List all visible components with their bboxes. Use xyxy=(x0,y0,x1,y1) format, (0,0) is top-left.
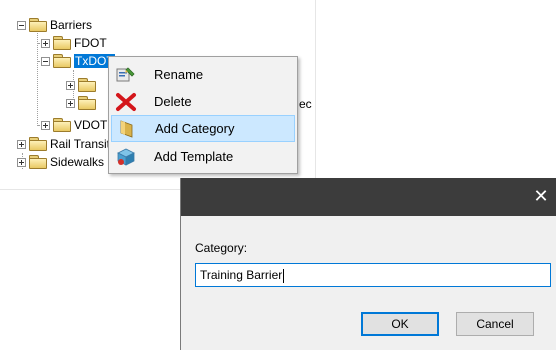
category-field-label: Category: xyxy=(195,241,248,255)
tree-node-rail-transit[interactable]: Rail Transit xyxy=(17,135,110,153)
tree-node-fdot[interactable]: FDOT xyxy=(41,34,107,52)
category-input[interactable]: Training Barrier xyxy=(195,263,551,287)
folder-icon xyxy=(29,137,47,151)
folder-icon xyxy=(53,54,71,68)
menu-item-add-template[interactable]: Add Template xyxy=(111,143,295,170)
tree-node-label: Sidewalks xyxy=(50,155,105,169)
ok-button[interactable]: OK xyxy=(361,312,439,336)
collapse-icon[interactable] xyxy=(41,56,50,66)
tree-node-label: FDOT xyxy=(74,36,107,50)
tree-node-label: Barriers xyxy=(50,18,93,32)
expand-icon[interactable] xyxy=(66,98,75,108)
tree-connector xyxy=(37,26,38,126)
rename-icon xyxy=(115,65,137,85)
folder-icon xyxy=(78,96,96,110)
category-dialog: ✕ Category: Training Barrier OK Cancel xyxy=(180,178,556,350)
menu-item-delete[interactable]: Delete xyxy=(111,88,295,115)
cancel-button[interactable]: Cancel xyxy=(456,312,534,336)
expand-icon[interactable] xyxy=(41,120,50,130)
tree-node-child[interactable] xyxy=(66,76,99,94)
add-template-icon xyxy=(115,147,137,167)
menu-item-label: Add Template xyxy=(154,149,234,164)
expand-icon[interactable] xyxy=(41,38,50,48)
expand-icon[interactable] xyxy=(66,80,75,90)
category-input-value: Training Barrier xyxy=(200,268,283,282)
close-icon[interactable]: ✕ xyxy=(526,178,556,216)
text-caret xyxy=(283,268,285,283)
menu-item-label: Add Category xyxy=(155,121,235,136)
expand-icon[interactable] xyxy=(17,139,26,149)
tree-node-barriers[interactable]: Barriers xyxy=(17,16,92,34)
tree-node-txdot[interactable]: TxDOT xyxy=(41,52,115,70)
folder-icon xyxy=(29,18,47,32)
menu-item-label: Rename xyxy=(154,67,204,82)
menu-item-add-category[interactable]: Add Category xyxy=(111,115,295,142)
dialog-title-bar[interactable]: ✕ xyxy=(181,178,556,216)
folder-icon xyxy=(53,36,71,50)
folder-icon xyxy=(29,155,47,169)
menu-item-label: Delete xyxy=(154,94,192,109)
delete-x-icon xyxy=(115,92,137,112)
context-menu: Rename Delete Add Category Add Template xyxy=(108,56,298,174)
tree-node-child[interactable] xyxy=(66,94,99,112)
truncated-node-text: ec xyxy=(299,97,312,111)
tree-node-sidewalks[interactable]: Sidewalks xyxy=(17,153,104,171)
add-category-icon xyxy=(116,119,138,139)
tree-node-vdot[interactable]: VDOT xyxy=(41,116,107,134)
tree-node-label: Rail Transit xyxy=(50,137,111,151)
tree-node-label: VDOT xyxy=(74,118,108,132)
folder-icon xyxy=(78,78,96,92)
menu-item-rename[interactable]: Rename xyxy=(111,61,295,88)
folder-icon xyxy=(53,118,71,132)
collapse-icon[interactable] xyxy=(17,20,26,30)
expand-icon[interactable] xyxy=(17,157,26,167)
